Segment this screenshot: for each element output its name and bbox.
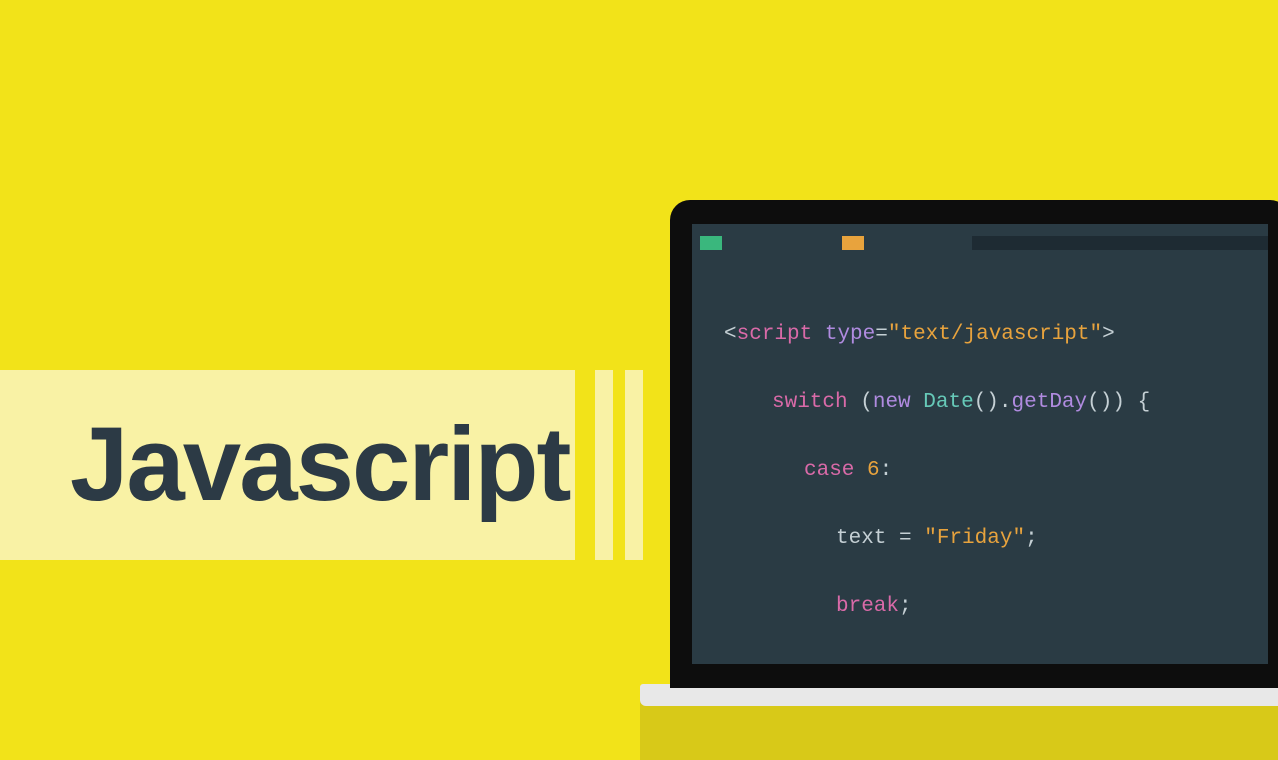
laptop-illustration: <script type="text/javascript"> switch (…: [670, 200, 1278, 720]
laptop-shadow: [640, 700, 1278, 760]
code-line: case 0:: [724, 658, 1258, 664]
code-line: case 6:: [724, 454, 1258, 488]
tab-indicator-green: [700, 236, 722, 250]
page-title: Javascript: [70, 405, 570, 525]
code-line: break;: [724, 590, 1258, 624]
accent-bar: [625, 370, 643, 560]
tab-indicator-inactive: [972, 236, 1268, 250]
laptop-screen: <script type="text/javascript"> switch (…: [692, 224, 1268, 664]
laptop-frame: <script type="text/javascript"> switch (…: [670, 200, 1278, 688]
code-line: <script type="text/javascript">: [724, 318, 1258, 352]
accent-bar: [595, 370, 613, 560]
code-snippet: <script type="text/javascript"> switch (…: [724, 284, 1258, 664]
editor-tab-strip: [692, 236, 1268, 250]
title-band: Javascript: [0, 370, 575, 560]
code-line: switch (new Date().getDay()) {: [724, 386, 1258, 420]
tab-indicator-orange: [842, 236, 864, 250]
code-line: text = "Friday";: [724, 522, 1258, 556]
